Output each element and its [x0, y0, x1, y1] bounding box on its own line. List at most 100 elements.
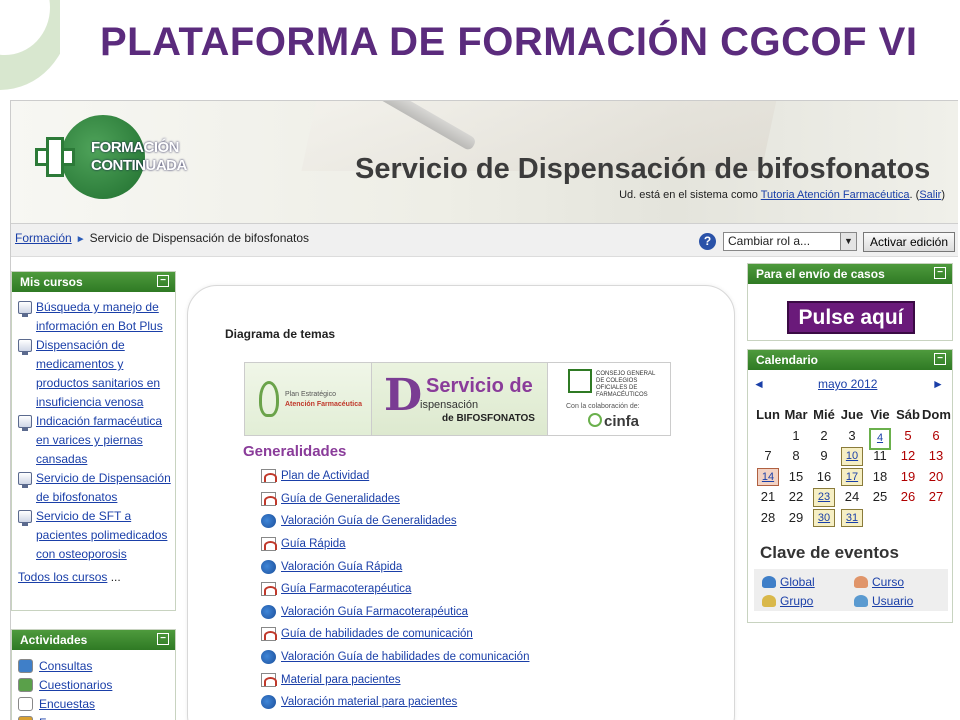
- activity-link[interactable]: Cuestionarios: [39, 678, 112, 692]
- event-key-user[interactable]: Usuario: [872, 594, 913, 608]
- calendar-day[interactable]: 14: [757, 467, 779, 486]
- calendar-day: 5: [904, 427, 912, 443]
- weekday-label: Mar: [784, 407, 808, 422]
- calendar-grid: Lun Mar Mié Jue Vie Sáb Dom 1 2 3 4 5 6 7 8 9 10 11 12 13 14…: [754, 405, 951, 529]
- topic-item: Guía Farmacoterapéutica: [261, 578, 529, 601]
- course-link[interactable]: Indicación farmacéutica en varices y pie…: [36, 414, 162, 466]
- pdf-icon: [261, 491, 277, 506]
- pdf-icon: [261, 627, 277, 642]
- calendar-day-link[interactable]: 4: [877, 432, 883, 444]
- collapse-icon[interactable]: −: [157, 633, 169, 645]
- navbar: Formación ► Servicio de Dispensación de bi…: [11, 223, 958, 257]
- weekday-label: Dom: [922, 407, 951, 422]
- calendar-day[interactable]: 30: [813, 508, 835, 527]
- calendar-day: 24: [844, 489, 860, 504]
- chat-icon: [261, 650, 276, 665]
- breadcrumb-home[interactable]: Formación: [15, 231, 72, 245]
- activity-link[interactable]: Consultas: [39, 659, 92, 673]
- pulse-aqui-button[interactable]: Pulse aquí: [787, 301, 915, 334]
- user-event-icon: [854, 595, 868, 607]
- calendar-day-link[interactable]: 10: [846, 450, 858, 462]
- course-item: Indicación farmacéutica en varices y pie…: [16, 412, 171, 469]
- role-select[interactable]: Cambiar rol a... ▼: [723, 232, 857, 251]
- topic-link[interactable]: Valoración Guía Farmacoterapéutica: [281, 606, 468, 618]
- calendar-day-link[interactable]: 30: [818, 512, 830, 524]
- calendar-day-link[interactable]: 14: [762, 471, 774, 483]
- course-link[interactable]: Servicio de SFT a pacientes polimedicado…: [36, 509, 167, 561]
- prev-month-arrow-icon[interactable]: ◄: [753, 377, 765, 391]
- help-icon[interactable]: ?: [699, 233, 716, 250]
- calendar-day: 15: [788, 468, 804, 484]
- activity-link[interactable]: Foros: [39, 716, 70, 720]
- topic-link[interactable]: Valoración Guía de Generalidades: [281, 515, 457, 527]
- user-link[interactable]: Tutoria Atención Farmacéutica: [761, 189, 910, 201]
- topic-item: Guía de habilidades de comunicación: [261, 623, 529, 646]
- course-event-icon: [854, 576, 868, 588]
- calendar-day-link[interactable]: 23: [818, 491, 830, 503]
- weekday-label: Sáb: [896, 407, 920, 422]
- calendar-day: 7: [764, 448, 772, 463]
- cinfa-logo: cinfa: [588, 413, 639, 430]
- calendar-day[interactable]: 17: [841, 467, 863, 486]
- event-key-title: Clave de eventos: [760, 543, 899, 562]
- quiz-icon: [18, 677, 33, 692]
- collapse-icon[interactable]: −: [934, 353, 946, 365]
- topic-link[interactable]: Valoración Guía de habilidades de comuni…: [281, 651, 529, 663]
- browser-screenshot: FORMACIÓN CONTINUADA Servicio de Dispens…: [10, 100, 958, 720]
- course-link[interactable]: Dispensación de medicamentos y productos…: [36, 338, 160, 409]
- calendar-day-link[interactable]: 31: [846, 512, 858, 524]
- topic-link[interactable]: Guía Farmacoterapéutica: [281, 583, 411, 595]
- my-courses-header: Mis cursos −: [12, 272, 175, 292]
- chat-icon: [261, 604, 276, 619]
- activity-item: Consultas: [12, 656, 175, 675]
- month-link[interactable]: mayo 2012: [818, 377, 877, 391]
- event-key-group[interactable]: Grupo: [780, 594, 813, 608]
- next-month-arrow-icon[interactable]: ►: [932, 377, 944, 391]
- group-event-icon: [762, 595, 776, 607]
- weekday-label: Lun: [756, 407, 780, 422]
- calendar-day[interactable]: 31: [841, 508, 863, 527]
- login-info: Ud. está en el sistema como Tutoria Aten…: [619, 189, 945, 201]
- topic-link[interactable]: Guía Rápida: [281, 538, 346, 550]
- site-banner: FORMACIÓN CONTINUADA Servicio de Dispens…: [11, 101, 958, 223]
- calendar-day[interactable]: 23: [813, 488, 835, 507]
- event-key-box: Global Curso Grupo Usuario: [754, 569, 948, 611]
- weekday-label: Mié: [813, 407, 835, 422]
- calendar-day: 9: [820, 448, 828, 463]
- activity-link[interactable]: Encuestas: [39, 697, 95, 711]
- calendar-week-row: 28 29 30 31: [754, 508, 950, 529]
- calendar-day-link[interactable]: 17: [846, 471, 858, 483]
- topic-link[interactable]: Valoración material para pacientes: [281, 696, 457, 708]
- collapse-icon[interactable]: −: [157, 275, 169, 287]
- plan-estrategico-logo: Plan Estratégico Atención Farmacéutica: [245, 363, 371, 435]
- course-icon: [18, 339, 32, 355]
- event-key-global[interactable]: Global: [780, 575, 815, 589]
- activate-edit-button[interactable]: Activar edición: [863, 232, 955, 252]
- course-title: Servicio de Dispensación de bifosfonatos: [355, 153, 931, 185]
- course-link[interactable]: Búsqueda y manejo de información en Bot …: [36, 300, 163, 333]
- chat-icon: [261, 514, 276, 529]
- topic-link[interactable]: Guía de Generalidades: [281, 493, 400, 505]
- all-courses-link[interactable]: Todos los cursos: [18, 570, 107, 584]
- topic-link[interactable]: Guía de habilidades de comunicación: [281, 628, 473, 640]
- calendar-day: 19: [900, 468, 916, 484]
- case-submission-header: Para el envío de casos −: [748, 264, 952, 284]
- course-item: Servicio de SFT a pacientes polimedicado…: [16, 507, 171, 564]
- collapse-icon[interactable]: −: [934, 267, 946, 279]
- formacion-continuada-logo[interactable]: FORMACIÓN CONTINUADA: [29, 115, 199, 199]
- calendar-day: 20: [928, 468, 944, 484]
- activities-list: Consultas Cuestionarios Encuestas Foros: [12, 650, 175, 720]
- course-icon: [18, 415, 32, 431]
- logout-link[interactable]: Salir: [919, 189, 941, 201]
- topic-item: Valoración Guía de Generalidades: [261, 510, 529, 533]
- topic-link[interactable]: Material para pacientes: [281, 674, 401, 686]
- weekday-label: Jue: [840, 407, 864, 422]
- calendar-day[interactable]: 10: [841, 447, 863, 466]
- calendar-day: 27: [928, 489, 944, 504]
- course-link[interactable]: Servicio de Dispensación de bifosfonatos: [36, 471, 171, 504]
- topic-link[interactable]: Plan de Actividad: [281, 470, 369, 482]
- topic-link[interactable]: Valoración Guía Rápida: [281, 561, 402, 573]
- weekday-label: Vie: [870, 407, 890, 422]
- event-key-course[interactable]: Curso: [872, 575, 904, 589]
- forum-chat-icon: [18, 658, 33, 673]
